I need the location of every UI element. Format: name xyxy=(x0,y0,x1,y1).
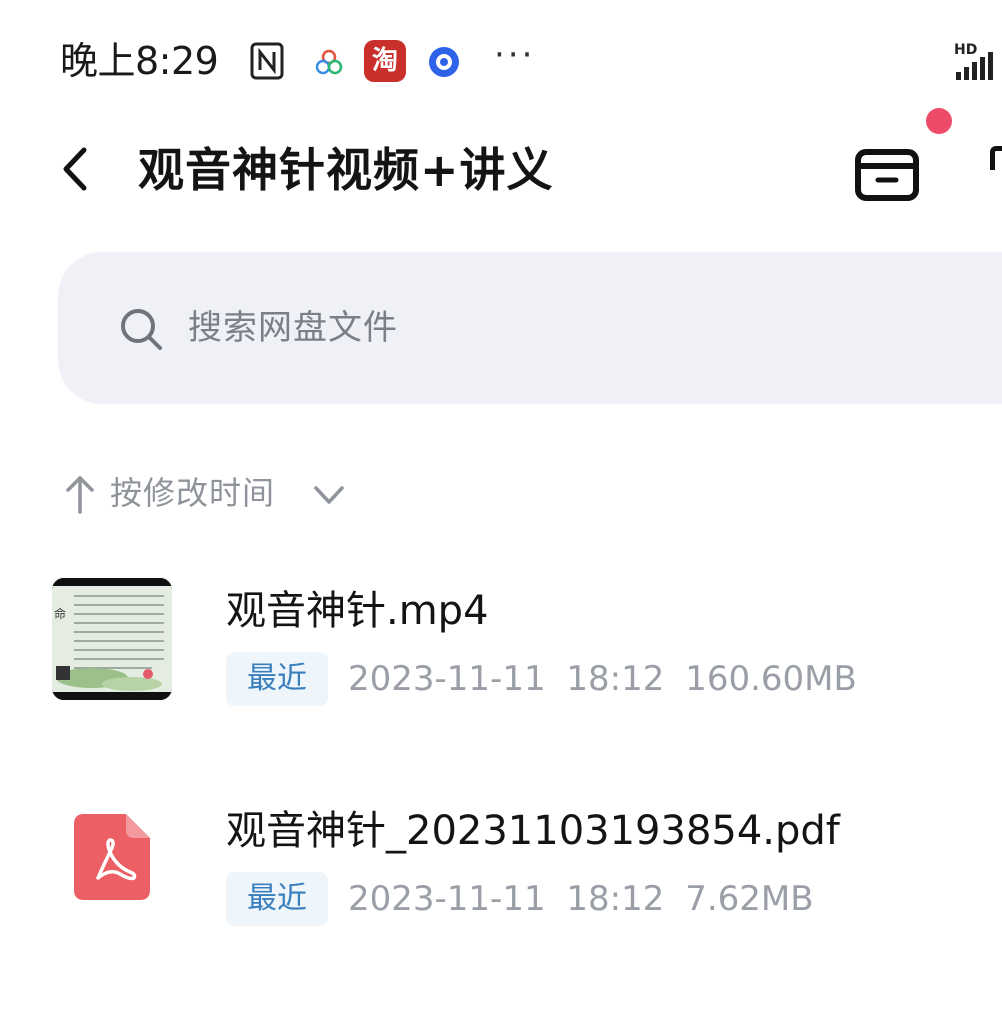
clover-app-icon xyxy=(315,49,343,75)
search-placeholder: 搜索网盘文件 xyxy=(188,308,398,348)
taobao-app-icon: 淘 xyxy=(364,40,406,82)
more-notifications-icon: ··· xyxy=(494,35,536,75)
file-time: 18:12 xyxy=(566,659,665,699)
file-date: 2023-11-11 xyxy=(348,879,546,919)
file-list-item[interactable]: 命 观音神针.mp4 最近 2023-11-11 18:12 160.60MB xyxy=(0,560,1002,740)
network-type-label: HD xyxy=(954,42,977,58)
more-options-icon[interactable] xyxy=(990,146,1002,170)
file-meta: 2023-11-11 18:12 7.62MB xyxy=(348,872,814,926)
file-folder-screen: 晚上8:29 淘 ··· HD 观音神针视频+讲义 搜索网盘文件 按修改时间 命… xyxy=(0,0,1002,1024)
sort-dropdown[interactable]: 按修改时间 xyxy=(62,466,382,522)
arrow-up-icon xyxy=(66,476,94,514)
nfc-icon xyxy=(250,42,284,80)
file-size: 160.60MB xyxy=(685,659,857,699)
recent-badge: 最近 xyxy=(226,652,328,706)
back-arrow-icon[interactable] xyxy=(52,144,98,194)
recent-badge: 最近 xyxy=(226,872,328,926)
svg-text:命: 命 xyxy=(54,606,66,621)
sort-label: 按修改时间 xyxy=(110,474,276,512)
status-time: 晚上8:29 xyxy=(60,39,219,83)
signal-icon: HD xyxy=(954,42,993,80)
file-date: 2023-11-11 xyxy=(348,659,546,699)
file-name: 观音神针_20231103193854.pdf xyxy=(226,808,840,854)
pdf-icon xyxy=(74,814,150,900)
page-title: 观音神针视频+讲义 xyxy=(138,143,554,197)
notification-dot xyxy=(926,108,952,134)
archive-box-icon[interactable] xyxy=(850,144,924,202)
header-bar: 观音神针视频+讲义 xyxy=(0,108,1002,220)
chevron-down-icon xyxy=(314,486,344,504)
search-icon xyxy=(121,309,162,350)
status-bar: 晚上8:29 淘 ··· HD xyxy=(0,28,1002,98)
file-time: 18:12 xyxy=(566,879,665,919)
file-name: 观音神针.mp4 xyxy=(226,588,489,634)
file-size: 7.62MB xyxy=(685,879,814,919)
file-list-item[interactable]: 观音神针_20231103193854.pdf 最近 2023-11-11 18… xyxy=(0,780,1002,960)
video-thumbnail: 命 xyxy=(52,578,172,700)
search-input[interactable]: 搜索网盘文件 xyxy=(58,252,1002,404)
file-meta: 2023-11-11 18:12 160.60MB xyxy=(348,652,857,706)
blue-circle-app-icon xyxy=(429,47,459,77)
